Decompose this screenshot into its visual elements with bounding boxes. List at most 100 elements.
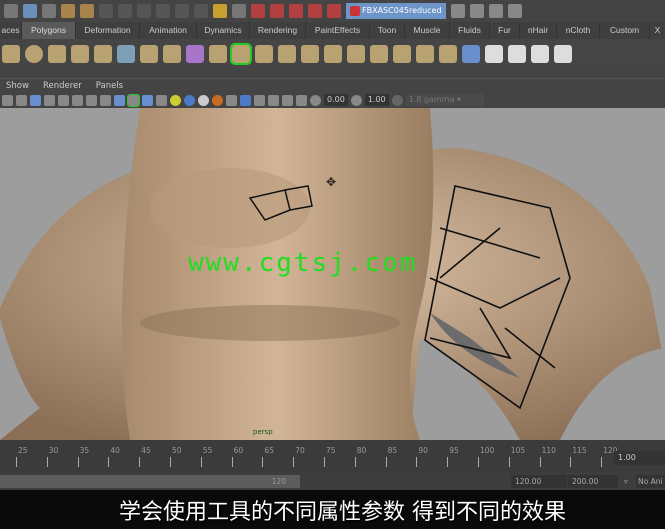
snap-curve-icon[interactable] (137, 3, 151, 18)
select-icon[interactable] (232, 3, 246, 18)
tab-ncloth[interactable]: nCloth (557, 22, 600, 39)
tab-animation[interactable]: Animation (140, 22, 197, 39)
wedge-icon[interactable] (416, 45, 434, 63)
tab-painteffects[interactable]: PaintEffects (306, 22, 370, 39)
dropdown-arrow-icon[interactable]: ▿ (620, 475, 634, 488)
select-by-component-icon[interactable] (42, 3, 56, 18)
plus-icon[interactable] (175, 3, 189, 18)
poly-pyramid-icon[interactable] (48, 45, 66, 63)
help-icon[interactable] (194, 3, 208, 18)
tab-fluids[interactable]: Fluids (450, 22, 490, 39)
color-management-icon[interactable] (391, 94, 403, 106)
snap-grid-icon[interactable] (118, 3, 132, 18)
render-icon[interactable] (469, 3, 484, 18)
current-time-field[interactable]: 1.00 (614, 451, 665, 465)
tab-custom[interactable]: Custom (600, 22, 650, 39)
menu-renderer[interactable]: Renderer (43, 81, 82, 91)
anim-layer-field[interactable]: No Ani (636, 475, 665, 488)
menu-panels[interactable]: Panels (96, 81, 123, 91)
smooth-shade-icon[interactable] (114, 94, 125, 106)
offset-edge-loop-icon[interactable] (370, 45, 388, 63)
gamma-field[interactable]: 1.00 (364, 94, 389, 106)
magnet-icon-3[interactable] (289, 3, 303, 18)
safe-title-icon[interactable] (86, 94, 97, 106)
append-icon[interactable] (301, 45, 319, 63)
sculpt-icon[interactable] (462, 45, 480, 63)
motion-blur-icon[interactable] (212, 94, 223, 106)
mask-icon-2[interactable] (80, 3, 94, 18)
field-chart-icon[interactable] (58, 94, 69, 106)
isolate-select-icon[interactable] (254, 94, 265, 106)
magnet-icon[interactable] (251, 3, 265, 18)
camera-icon[interactable] (2, 94, 13, 106)
film-gate-icon[interactable] (16, 94, 27, 106)
smooth-icon[interactable] (209, 45, 227, 63)
line-icon[interactable] (99, 3, 113, 18)
gate-mask-icon[interactable] (44, 94, 55, 106)
tab-dynamics[interactable]: Dynamics (197, 22, 250, 39)
poly-pipe-icon[interactable] (71, 45, 89, 63)
depth-of-field-icon[interactable] (240, 94, 251, 106)
cut-faces-icon[interactable] (230, 43, 252, 65)
collapse-icon[interactable] (439, 45, 457, 63)
tab-polygons[interactable]: Polygons (22, 22, 76, 39)
tab-rendering[interactable]: Rendering (250, 22, 306, 39)
shadows-icon[interactable] (184, 94, 195, 106)
menu-show[interactable]: Show (6, 81, 29, 91)
uv-checker-icon-3[interactable] (531, 45, 549, 63)
magnet-icon-2[interactable] (270, 3, 284, 18)
ambient-occlusion-icon[interactable] (198, 94, 209, 106)
tab-muscle[interactable]: Muscle (405, 22, 450, 39)
color-profile-dropdown[interactable]: 1.8 gamma ▾ (405, 94, 484, 106)
bridge-icon[interactable] (278, 45, 296, 63)
smooth-proxy-icon[interactable] (186, 45, 204, 63)
uv-checker-icon[interactable] (485, 45, 503, 63)
snap-point-icon[interactable] (156, 3, 170, 18)
insert-edge-loop-icon[interactable] (347, 45, 365, 63)
extrude-icon[interactable] (255, 45, 273, 63)
time-slider[interactable]: 25 30 35 40 45 50 55 60 65 70 75 80 85 90 95 100 105 110 1… (0, 440, 665, 472)
lock-icon[interactable] (213, 3, 227, 18)
split-icon[interactable] (324, 45, 342, 63)
select-by-object-icon[interactable] (23, 3, 37, 18)
safe-action-icon[interactable] (72, 94, 83, 106)
range-slider[interactable]: 120 120.00 200.00 ▿ No Ani (0, 472, 665, 490)
exposure-field[interactable]: 0.00 (324, 94, 348, 106)
render-view-icon[interactable] (450, 3, 465, 18)
xray-icon[interactable] (142, 94, 153, 106)
magnet-icon-5[interactable] (327, 3, 341, 18)
poly-plane-icon[interactable] (2, 45, 20, 63)
xray-joints-icon[interactable] (268, 94, 279, 106)
magnet-icon-4[interactable] (308, 3, 322, 18)
anti-alias-icon[interactable] (226, 94, 237, 106)
textured-icon[interactable] (156, 94, 167, 106)
share-icon[interactable] (296, 94, 307, 106)
resolution-gate-icon[interactable] (30, 94, 41, 106)
uv-checker-icon-4[interactable] (554, 45, 572, 63)
perspective-viewport[interactable]: ✥ www.cgtsj.com persp (0, 108, 665, 440)
poly-torus-icon[interactable] (25, 45, 43, 63)
tab-x[interactable]: X (650, 22, 665, 39)
combine-icon[interactable] (140, 45, 158, 63)
anim-end-field[interactable]: 200.00 (568, 475, 618, 488)
scene-name-field[interactable]: FBXASC045reduced (346, 2, 446, 19)
ipr-render-icon[interactable] (488, 3, 503, 18)
uv-checker-icon-2[interactable] (508, 45, 526, 63)
select-by-hierarchy-icon[interactable] (4, 3, 18, 18)
tab-toon[interactable]: Toon (370, 22, 405, 39)
end-time-field[interactable]: 120.00 (511, 475, 567, 488)
tab-deformation[interactable]: Deformation (76, 22, 140, 39)
wireframe-icon[interactable] (100, 94, 111, 106)
lighting-icon[interactable] (170, 94, 181, 106)
tab-surfaces[interactable]: aces (0, 22, 22, 39)
poly-helix-icon[interactable] (94, 45, 112, 63)
separate-icon[interactable] (117, 45, 135, 63)
range-bar[interactable]: 120 (0, 475, 300, 488)
xray-active-icon[interactable] (282, 94, 293, 106)
render-settings-icon[interactable] (507, 3, 522, 18)
mask-icon[interactable] (61, 3, 75, 18)
merge-icon[interactable] (393, 45, 411, 63)
tab-fur[interactable]: Fur (490, 22, 520, 39)
boolean-icon[interactable] (163, 45, 181, 63)
tab-nhair[interactable]: nHair (520, 22, 557, 39)
